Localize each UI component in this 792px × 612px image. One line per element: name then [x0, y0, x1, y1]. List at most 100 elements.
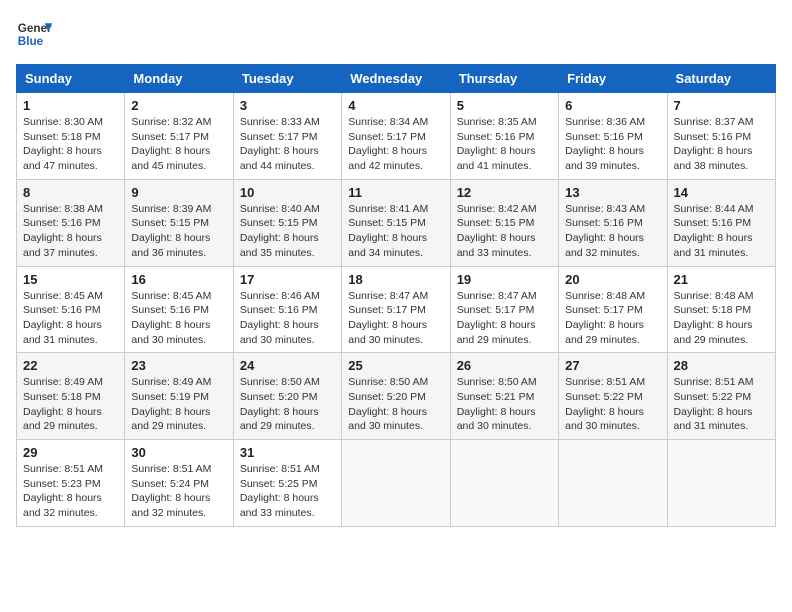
- calendar-day-cell: 15 Sunrise: 8:45 AMSunset: 5:16 PMDayligh…: [17, 266, 125, 353]
- page-header: General Blue: [16, 16, 776, 52]
- day-detail: Sunrise: 8:47 AMSunset: 5:17 PMDaylight:…: [348, 289, 443, 348]
- calendar-day-cell: 13Sunrise: 8:43 AMSunset: 5:16 PMDayligh…: [559, 179, 667, 266]
- day-detail: Sunrise: 8:48 AMSunset: 5:18 PMDaylight:…: [674, 289, 769, 348]
- day-number: 2: [131, 98, 226, 113]
- day-detail: Sunrise: 8:34 AMSunset: 5:17 PMDaylight:…: [348, 115, 443, 174]
- calendar-day-cell: 20 Sunrise: 8:48 AMSunset: 5:17 PMDayligh…: [559, 266, 667, 353]
- calendar-day-cell: 7 Sunrise: 8:37 AMSunset: 5:16 PMDaylight…: [667, 93, 775, 180]
- day-number: 26: [457, 358, 552, 373]
- calendar-day-cell: 11 Sunrise: 8:41 AMSunset: 5:15 PMDayligh…: [342, 179, 450, 266]
- day-number: 21: [674, 272, 769, 287]
- day-number: 19: [457, 272, 552, 287]
- day-number: 3: [240, 98, 335, 113]
- calendar-day-cell: 5Sunrise: 8:35 AMSunset: 5:16 PMDaylight…: [450, 93, 558, 180]
- day-number: 18: [348, 272, 443, 287]
- calendar-day-cell: 12Sunrise: 8:42 AMSunset: 5:15 PMDayligh…: [450, 179, 558, 266]
- calendar-day-cell: 29Sunrise: 8:51 AMSunset: 5:23 PMDayligh…: [17, 440, 125, 527]
- day-detail: Sunrise: 8:51 AMSunset: 5:22 PMDaylight:…: [565, 375, 660, 434]
- day-number: 28: [674, 358, 769, 373]
- day-number: 7: [674, 98, 769, 113]
- calendar-day-cell: 16 Sunrise: 8:45 AMSunset: 5:16 PMDayligh…: [125, 266, 233, 353]
- calendar-day-cell: [559, 440, 667, 527]
- calendar-day-cell: 30Sunrise: 8:51 AMSunset: 5:24 PMDayligh…: [125, 440, 233, 527]
- calendar-day-cell: 27 Sunrise: 8:51 AMSunset: 5:22 PMDayligh…: [559, 353, 667, 440]
- calendar-week-row: 22 Sunrise: 8:49 AMSunset: 5:18 PMDayligh…: [17, 353, 776, 440]
- calendar-day-cell: 31 Sunrise: 8:51 AMSunset: 5:25 PMDayligh…: [233, 440, 341, 527]
- weekday-header-cell: Sunday: [17, 65, 125, 93]
- calendar-day-cell: 10 Sunrise: 8:40 AMSunset: 5:15 PMDayligh…: [233, 179, 341, 266]
- calendar-day-cell: 9Sunrise: 8:39 AMSunset: 5:15 PMDaylight…: [125, 179, 233, 266]
- day-number: 14: [674, 185, 769, 200]
- day-detail: Sunrise: 8:50 AMSunset: 5:20 PMDaylight:…: [348, 375, 443, 434]
- day-detail: Sunrise: 8:30 AMSunset: 5:18 PMDaylight:…: [23, 115, 118, 174]
- calendar-day-cell: 18 Sunrise: 8:47 AMSunset: 5:17 PMDayligh…: [342, 266, 450, 353]
- day-detail: Sunrise: 8:51 AMSunset: 5:22 PMDaylight:…: [674, 375, 769, 434]
- day-number: 30: [131, 445, 226, 460]
- day-detail: Sunrise: 8:43 AMSunset: 5:16 PMDaylight:…: [565, 202, 660, 261]
- calendar-day-cell: 3Sunrise: 8:33 AMSunset: 5:17 PMDaylight…: [233, 93, 341, 180]
- day-number: 17: [240, 272, 335, 287]
- calendar-day-cell: 19 Sunrise: 8:47 AMSunset: 5:17 PMDayligh…: [450, 266, 558, 353]
- day-detail: Sunrise: 8:45 AMSunset: 5:16 PMDaylight:…: [23, 289, 118, 348]
- day-number: 23: [131, 358, 226, 373]
- calendar-week-row: 29Sunrise: 8:51 AMSunset: 5:23 PMDayligh…: [17, 440, 776, 527]
- svg-text:Blue: Blue: [18, 35, 44, 48]
- day-detail: Sunrise: 8:50 AMSunset: 5:20 PMDaylight:…: [240, 375, 335, 434]
- day-detail: Sunrise: 8:50 AMSunset: 5:21 PMDaylight:…: [457, 375, 552, 434]
- day-detail: Sunrise: 8:48 AMSunset: 5:17 PMDaylight:…: [565, 289, 660, 348]
- calendar-week-row: 1Sunrise: 8:30 AMSunset: 5:18 PMDaylight…: [17, 93, 776, 180]
- day-number: 20: [565, 272, 660, 287]
- weekday-header-cell: Monday: [125, 65, 233, 93]
- calendar-day-cell: 26 Sunrise: 8:50 AMSunset: 5:21 PMDayligh…: [450, 353, 558, 440]
- weekday-header-cell: Friday: [559, 65, 667, 93]
- calendar-day-cell: 4 Sunrise: 8:34 AMSunset: 5:17 PMDaylight…: [342, 93, 450, 180]
- day-detail: Sunrise: 8:45 AMSunset: 5:16 PMDaylight:…: [131, 289, 226, 348]
- day-number: 5: [457, 98, 552, 113]
- calendar-day-cell: 22 Sunrise: 8:49 AMSunset: 5:18 PMDayligh…: [17, 353, 125, 440]
- weekday-header-cell: Thursday: [450, 65, 558, 93]
- day-number: 24: [240, 358, 335, 373]
- day-detail: Sunrise: 8:32 AMSunset: 5:17 PMDaylight:…: [131, 115, 226, 174]
- calendar-day-cell: 25Sunrise: 8:50 AMSunset: 5:20 PMDayligh…: [342, 353, 450, 440]
- day-number: 22: [23, 358, 118, 373]
- weekday-header-cell: Tuesday: [233, 65, 341, 93]
- calendar-week-row: 8 Sunrise: 8:38 AMSunset: 5:16 PMDaylight…: [17, 179, 776, 266]
- day-detail: Sunrise: 8:42 AMSunset: 5:15 PMDaylight:…: [457, 202, 552, 261]
- day-number: 27: [565, 358, 660, 373]
- calendar-day-cell: 6 Sunrise: 8:36 AMSunset: 5:16 PMDaylight…: [559, 93, 667, 180]
- day-number: 4: [348, 98, 443, 113]
- day-detail: Sunrise: 8:38 AMSunset: 5:16 PMDaylight:…: [23, 202, 118, 261]
- day-detail: Sunrise: 8:49 AMSunset: 5:18 PMDaylight:…: [23, 375, 118, 434]
- calendar-day-cell: 2 Sunrise: 8:32 AMSunset: 5:17 PMDaylight…: [125, 93, 233, 180]
- logo: General Blue: [16, 16, 52, 52]
- day-number: 6: [565, 98, 660, 113]
- day-number: 31: [240, 445, 335, 460]
- logo-icon: General Blue: [16, 16, 52, 52]
- day-detail: Sunrise: 8:44 AMSunset: 5:16 PMDaylight:…: [674, 202, 769, 261]
- day-number: 15: [23, 272, 118, 287]
- day-number: 8: [23, 185, 118, 200]
- calendar-body: 1Sunrise: 8:30 AMSunset: 5:18 PMDaylight…: [17, 93, 776, 527]
- calendar-table: SundayMondayTuesdayWednesdayThursdayFrid…: [16, 64, 776, 527]
- weekday-header-cell: Wednesday: [342, 65, 450, 93]
- weekday-header-cell: Saturday: [667, 65, 775, 93]
- calendar-day-cell: [342, 440, 450, 527]
- calendar-day-cell: 1Sunrise: 8:30 AMSunset: 5:18 PMDaylight…: [17, 93, 125, 180]
- calendar-day-cell: 24 Sunrise: 8:50 AMSunset: 5:20 PMDayligh…: [233, 353, 341, 440]
- day-number: 16: [131, 272, 226, 287]
- calendar-day-cell: 17Sunrise: 8:46 AMSunset: 5:16 PMDayligh…: [233, 266, 341, 353]
- day-detail: Sunrise: 8:39 AMSunset: 5:15 PMDaylight:…: [131, 202, 226, 261]
- weekday-header-row: SundayMondayTuesdayWednesdayThursdayFrid…: [17, 65, 776, 93]
- day-detail: Sunrise: 8:41 AMSunset: 5:15 PMDaylight:…: [348, 202, 443, 261]
- day-number: 11: [348, 185, 443, 200]
- day-detail: Sunrise: 8:37 AMSunset: 5:16 PMDaylight:…: [674, 115, 769, 174]
- day-detail: Sunrise: 8:40 AMSunset: 5:15 PMDaylight:…: [240, 202, 335, 261]
- day-number: 10: [240, 185, 335, 200]
- calendar-week-row: 15 Sunrise: 8:45 AMSunset: 5:16 PMDayligh…: [17, 266, 776, 353]
- day-detail: Sunrise: 8:51 AMSunset: 5:23 PMDaylight:…: [23, 462, 118, 521]
- day-detail: Sunrise: 8:51 AMSunset: 5:25 PMDaylight:…: [240, 462, 335, 521]
- calendar-day-cell: 8 Sunrise: 8:38 AMSunset: 5:16 PMDaylight…: [17, 179, 125, 266]
- day-detail: Sunrise: 8:36 AMSunset: 5:16 PMDaylight:…: [565, 115, 660, 174]
- day-detail: Sunrise: 8:47 AMSunset: 5:17 PMDaylight:…: [457, 289, 552, 348]
- calendar-day-cell: 14 Sunrise: 8:44 AMSunset: 5:16 PMDayligh…: [667, 179, 775, 266]
